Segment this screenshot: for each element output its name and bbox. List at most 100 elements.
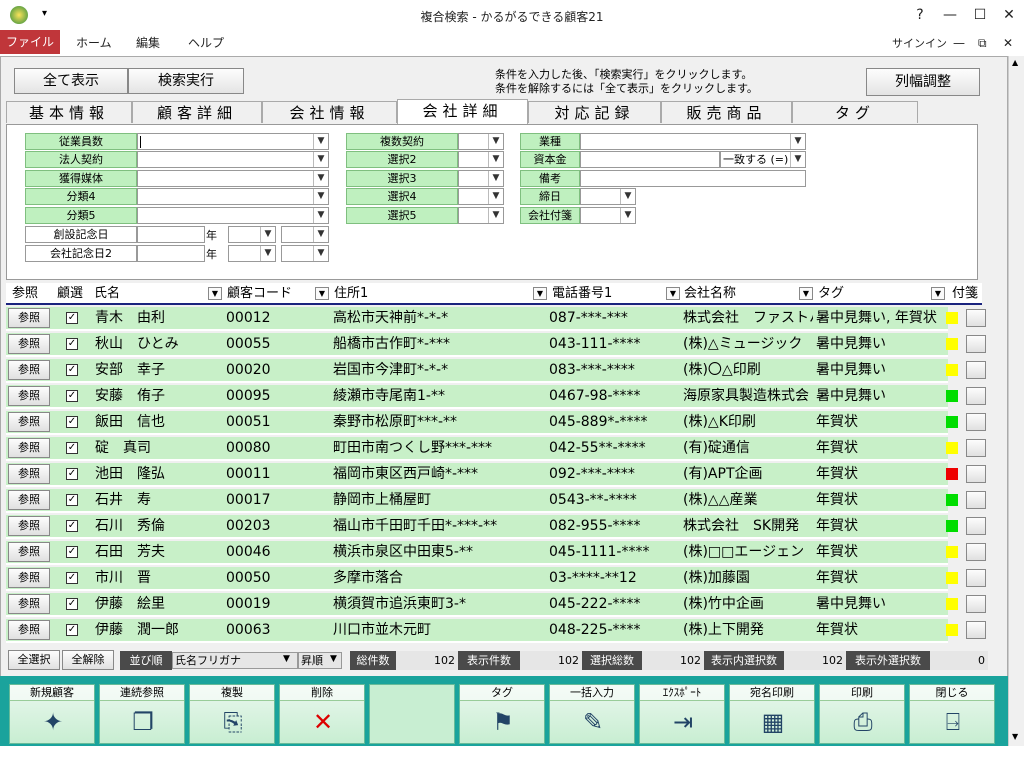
form-field-c1-4[interactable]: ▼ [137,188,329,205]
address-filter-dropdown-icon[interactable]: ▼ [533,287,547,300]
toolbar-button-1[interactable]: 新規顧客 ✦ [9,684,95,744]
sticky-button[interactable] [966,387,986,405]
sticky-button[interactable] [966,517,986,535]
ref-button[interactable]: 参照 [8,334,50,354]
phone-filter-dropdown-icon[interactable]: ▼ [666,287,680,300]
show-all-button[interactable]: 全て表示 [14,68,128,94]
ref-button[interactable]: 参照 [8,386,50,406]
header-phone[interactable]: 電話番号1 [552,284,612,304]
form-field-c2-3-dropdown-icon[interactable]: ▼ [488,171,503,186]
select-checkbox[interactable]: ✓ [66,520,78,532]
company-sticky-select[interactable]: ▼ [580,207,636,224]
select-checkbox[interactable]: ✓ [66,442,78,454]
minimize-button[interactable]: — [935,4,965,26]
tab-file[interactable]: ファイル [0,30,60,54]
scroll-down-icon[interactable]: ▼ [1012,732,1018,741]
form-field-c2-5[interactable]: ▼ [458,207,504,224]
page-tab-6[interactable]: 販売商品 [661,101,792,123]
form-field-c1-4-dropdown-icon[interactable]: ▼ [313,189,328,204]
ref-button[interactable]: 参照 [8,308,50,328]
select-checkbox[interactable]: ✓ [66,364,78,376]
select-checkbox[interactable]: ✓ [66,572,78,584]
form-field-c2-1-dropdown-icon[interactable]: ▼ [488,134,503,149]
industry-select[interactable]: ▼ [580,133,806,150]
vertical-scrollbar[interactable]: ▲ ▼ [1008,56,1024,746]
page-tab-3[interactable]: 会社情報 [262,101,397,123]
page-tab-2[interactable]: 顧客詳細 [132,101,262,123]
table-row[interactable]: 参照 ✓ 碇 真司 00080 町田市南つくし野***-*** 042-55**-****… [6,437,948,461]
table-row[interactable]: 参照 ✓ 石川 秀倫 00203 福山市千田町千田*-***-** 082-955-***… [6,515,948,539]
toolbar-button-4[interactable]: 削除 ✕ [279,684,365,744]
table-row[interactable]: 参照 ✓ 市川 晋 00050 多摩市落合 03-****-**12 (株)加藤園 年賀状 [6,567,948,591]
form-field-c2-4[interactable]: ▼ [458,188,504,205]
ref-button[interactable]: 参照 [8,438,50,458]
ref-button[interactable]: 参照 [8,594,50,614]
ref-button[interactable]: 参照 [8,490,50,510]
header-name[interactable]: 氏名 [94,284,120,304]
sticky-button[interactable] [966,361,986,379]
select-checkbox[interactable]: ✓ [66,312,78,324]
scroll-up-icon[interactable]: ▲ [1012,58,1018,67]
table-row[interactable]: 参照 ✓ 青木 由利 00012 高松市天神前*-*-* 087-***-*** 株式会社 … [6,307,948,331]
select-checkbox[interactable]: ✓ [66,338,78,350]
select-checkbox[interactable]: ✓ [66,390,78,402]
sticky-button[interactable] [966,595,986,613]
toolbar-button-3[interactable]: 複製 ⎘ [189,684,275,744]
capital-match-select[interactable]: 一致する (=) ▼ [720,151,806,168]
tab-edit[interactable]: 編集 [128,33,168,54]
sticky-button[interactable] [966,621,986,639]
ref-button[interactable]: 参照 [8,360,50,380]
ref-button[interactable]: 参照 [8,412,50,432]
capital-input[interactable] [580,151,720,168]
sort-order-dropdown-icon[interactable]: ▼ [330,654,337,664]
page-tab-7[interactable]: タグ [792,101,918,123]
name-filter-dropdown-icon[interactable]: ▼ [208,287,222,300]
table-row[interactable]: 参照 ✓ 伊藤 絵里 00019 横須賀市追浜東町3-* 045-222-**** (株)竹… [6,593,948,617]
select-all-button[interactable]: 全選択 [8,650,60,670]
toolbar-button-10[interactable]: 印刷 ⎙ [819,684,905,744]
header-address[interactable]: 住所1 [334,284,368,304]
page-tab-4[interactable]: 会社詳細 [397,99,528,124]
toolbar-button-9[interactable]: 宛名印刷 ▦ [729,684,815,744]
form-field-c2-1[interactable]: ▼ [458,133,504,150]
anniv-month-select-1-dropdown-icon[interactable]: ▼ [260,227,275,242]
company-sticky-select-dropdown-icon[interactable]: ▼ [620,208,635,223]
help-button[interactable]: ? [905,4,935,26]
form-field-c2-3[interactable]: ▼ [458,170,504,187]
table-row[interactable]: 参照 ✓ 池田 隆弘 00011 福岡市東区西戸崎*-*** 092-***-**** (有… [6,463,948,487]
select-checkbox[interactable]: ✓ [66,416,78,428]
anniv-day-select-1-dropdown-icon[interactable]: ▼ [313,227,328,242]
toolbar-button-2[interactable]: 連続参照 ❐ [99,684,185,744]
anniv-day-select-2-dropdown-icon[interactable]: ▼ [313,246,328,261]
form-field-c1-1-dropdown-icon[interactable]: ▼ [313,134,328,149]
table-row[interactable]: 参照 ✓ 飯田 信也 00051 秦野市松原町***-** 045-889*-**** (株… [6,411,948,435]
sticky-button[interactable] [966,309,986,327]
search-button[interactable]: 検索実行 [128,68,244,94]
sticky-button[interactable] [966,491,986,509]
anniv-year-input-1[interactable] [137,226,205,243]
tab-help[interactable]: ヘルプ [180,33,232,54]
anniv-day-select-2[interactable]: ▼ [281,245,329,262]
select-checkbox[interactable]: ✓ [66,598,78,610]
ref-button[interactable]: 参照 [8,542,50,562]
table-row[interactable]: 参照 ✓ 安藤 侑子 00095 綾瀬市寺尾南1-** 0467-98-**** 海原家具製… [6,385,948,409]
toolbar-button-11[interactable]: 閉じる ⍈ [909,684,995,744]
form-field-c1-3[interactable]: ▼ [137,170,329,187]
notes-input[interactable] [580,170,806,187]
anniv-month-select-1[interactable]: ▼ [228,226,276,243]
industry-select-dropdown-icon[interactable]: ▼ [790,134,805,149]
close-button[interactable]: ✕ [994,4,1024,26]
toolbar-button-7[interactable]: 一括入力 ✎ [549,684,635,744]
select-checkbox[interactable]: ✓ [66,494,78,506]
toolbar-button-8[interactable]: ｴｸｽﾎﾟｰﾄ ⇥ [639,684,725,744]
sort-field-dropdown-icon[interactable]: ▼ [283,654,290,664]
form-field-c2-2-dropdown-icon[interactable]: ▼ [488,152,503,167]
table-row[interactable]: 参照 ✓ 石田 芳夫 00046 横浜市泉区中田東5-** 045-1111-**** (株… [6,541,948,565]
form-field-c1-5-dropdown-icon[interactable]: ▼ [313,208,328,223]
select-checkbox[interactable]: ✓ [66,546,78,558]
header-tag[interactable]: タグ [818,284,844,304]
closing-day-select-dropdown-icon[interactable]: ▼ [620,189,635,204]
form-field-c2-4-dropdown-icon[interactable]: ▼ [488,189,503,204]
form-field-c2-5-dropdown-icon[interactable]: ▼ [488,208,503,223]
toolbar-button-6[interactable]: タグ ⚑ [459,684,545,744]
